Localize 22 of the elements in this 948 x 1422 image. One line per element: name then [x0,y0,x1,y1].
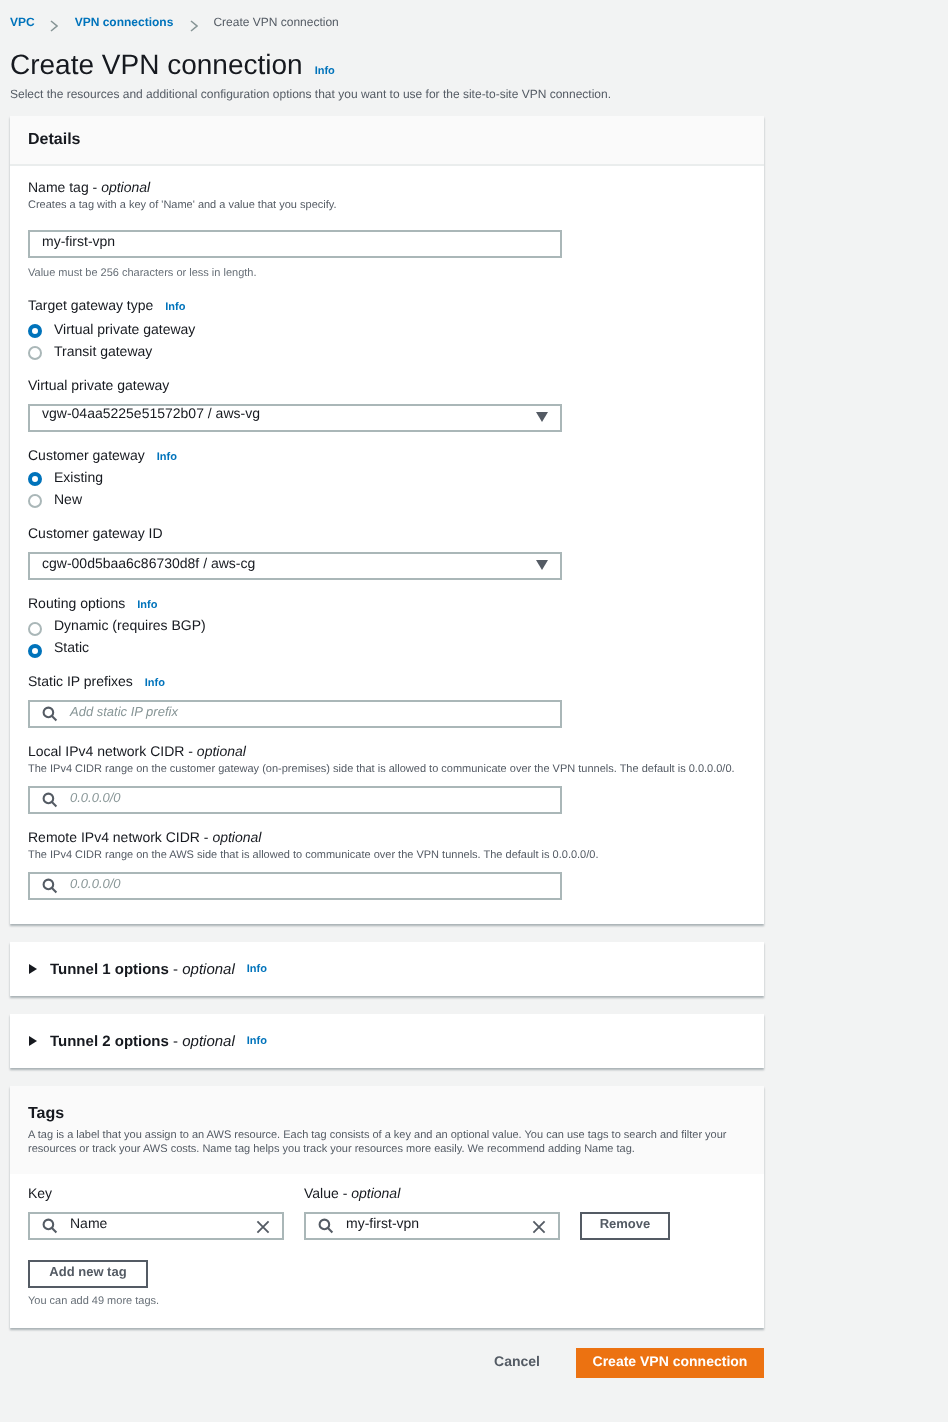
search-icon [42,792,58,809]
radio-button[interactable] [28,643,42,657]
chevron-icon [189,19,198,31]
radio-button[interactable] [28,494,42,509]
radio-button[interactable] [28,346,42,360]
radio-button[interactable] [28,621,42,635]
close-icon[interactable] [256,1219,270,1234]
caret-icon [28,964,38,975]
dropdown-caret-icon [536,560,548,571]
chevron-icon [50,19,59,31]
caret-icon [28,1036,38,1047]
close-icon[interactable] [532,1219,546,1234]
radio-button[interactable] [28,472,42,487]
dropdown-caret-icon [536,412,548,422]
search-icon [318,1218,334,1235]
panel-heading: Tags [28,1102,67,1127]
search-icon [42,706,58,723]
page-title: Create VPN connection [10,46,303,82]
radio-button[interactable] [28,324,42,338]
search-icon [42,878,58,895]
panel-heading: Details [28,128,83,152]
search-icon [42,1218,58,1235]
